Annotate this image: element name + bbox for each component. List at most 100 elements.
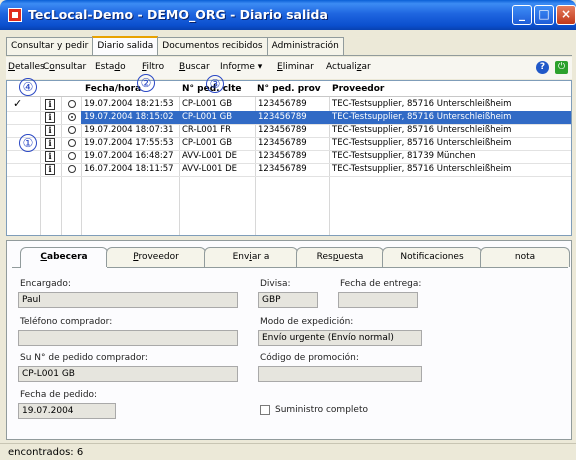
col-proveedor[interactable]: Proveedor xyxy=(332,84,384,94)
callout-3: ③ xyxy=(206,75,224,93)
toolbar-item-text: ar xyxy=(361,62,371,72)
cell-clte: CP-L001 GB xyxy=(182,99,233,109)
encargado-field[interactable]: Paul xyxy=(18,292,238,308)
pedido-field[interactable]: CP-L001 GB xyxy=(18,366,238,382)
row-radio[interactable] xyxy=(68,100,76,108)
detail-tab-3[interactable]: Respuesta xyxy=(296,247,384,267)
toolbar-item-3[interactable]: Filtro xyxy=(142,62,164,72)
detail-tab-text: roveedor xyxy=(138,252,179,262)
table-header: Fecha/hora N° ped. clte N° ped. prov Pro… xyxy=(7,81,571,97)
row-radio[interactable] xyxy=(68,113,76,121)
detail-tab-0[interactable]: Cabecera xyxy=(20,247,108,268)
toolbar-item-text: Actuali xyxy=(326,62,357,72)
row-radio[interactable] xyxy=(68,126,76,134)
tab-divider xyxy=(6,55,572,56)
main-tab-2[interactable]: Documentos recibidos xyxy=(157,37,268,56)
detail-tab-text: nota xyxy=(514,252,536,262)
main-tab-0[interactable]: Consultar y pedir xyxy=(6,37,94,56)
fecha-pedido-label: Fecha de pedido: xyxy=(20,390,98,400)
info-icon[interactable]: i xyxy=(45,125,55,136)
maximize-button[interactable]: □ xyxy=(534,5,554,25)
toolbar-item-1[interactable]: Consultar xyxy=(43,62,86,72)
cell-proveedor: TEC-Testsupplier, 85716 Unterschleißheim xyxy=(332,138,512,148)
toolbar-item-text: o xyxy=(120,62,126,72)
cell-fecha: 19.07.2004 16:48:27 xyxy=(84,151,174,161)
toolbar-item-text: Esta xyxy=(95,62,115,72)
detail-tab-text: ar a xyxy=(251,252,270,262)
promo-field[interactable] xyxy=(258,366,422,382)
toolbar-item-text: nsultar xyxy=(54,62,87,72)
toolbar: ? ⏻ Detalles Consultar Estado Filtro Buscar I… xyxy=(6,57,572,79)
table-row[interactable]: i 19.07.2004 16:48:27 AVV-L001 DE 123456789… xyxy=(7,150,571,163)
table-row[interactable]: i 19.07.2004 18:07:31 CR-L001 FR 123456789 T… xyxy=(7,124,571,137)
modo-label: Modo de expedición: xyxy=(260,317,354,327)
row-radio[interactable] xyxy=(68,165,76,173)
promo-label: Código de promoción: xyxy=(260,353,359,363)
close-button[interactable]: × xyxy=(556,5,576,25)
toolbar-item-text: etalles xyxy=(14,62,45,72)
toolbar-item-4[interactable]: Buscar xyxy=(179,62,210,72)
toolbar-item-text: iltro xyxy=(146,62,165,72)
fecha-entrega-field[interactable] xyxy=(338,292,418,308)
table-row[interactable]: i 19.07.2004 18:15:02 CP-L001 GB 123456789 T… xyxy=(7,111,571,124)
cell-fecha: 16.07.2004 18:11:57 xyxy=(84,164,174,174)
divisa-field[interactable]: GBP xyxy=(258,292,318,308)
check-icon: ✓ xyxy=(13,97,23,110)
fecha-pedido-field[interactable]: 19.07.2004 xyxy=(18,403,116,419)
cell-clte: CR-L001 FR xyxy=(182,125,232,135)
info-icon[interactable]: i xyxy=(45,99,55,110)
cell-prov: 123456789 xyxy=(258,112,307,122)
main-tabs: Consultar y pedir Diario salida Documentos… xyxy=(6,36,344,56)
detail-tab-text: Env xyxy=(232,252,250,262)
telefono-label: Teléfono comprador: xyxy=(20,317,113,327)
title-bar: TecLocal-Demo - DEMO_ORG - Diario salida… xyxy=(0,0,576,30)
cell-proveedor: TEC-Testsupplier, 85716 Unterschleißheim xyxy=(332,112,512,122)
cell-clte: CP-L001 GB xyxy=(182,138,233,148)
toolbar-item-6[interactable]: Eliminar xyxy=(277,62,314,72)
col-ped-prov[interactable]: N° ped. prov xyxy=(257,84,321,94)
info-icon[interactable]: i xyxy=(45,151,55,162)
cell-clte: AVV-L001 DE xyxy=(182,164,238,174)
cell-clte: CP-L001 GB xyxy=(182,112,233,122)
power-icon[interactable]: ⏻ xyxy=(555,61,568,74)
pedido-label: Su N° de pedido comprador: xyxy=(20,353,148,363)
table-row[interactable]: i 19.07.2004 17:55:53 CP-L001 GB 123456789 T… xyxy=(7,137,571,150)
cell-fecha: 19.07.2004 18:07:31 xyxy=(84,125,174,135)
info-icon[interactable]: i xyxy=(45,138,55,149)
toolbar-item-7[interactable]: Actualizar xyxy=(326,62,371,72)
cell-prov: 123456789 xyxy=(258,151,307,161)
modo-field[interactable]: Envío urgente (Envío normal) xyxy=(258,330,422,346)
info-icon[interactable]: i xyxy=(45,164,55,175)
main-tab-3[interactable]: Administración xyxy=(266,37,344,56)
suministro-checkbox[interactable] xyxy=(260,405,270,415)
info-icon[interactable]: i xyxy=(45,112,55,123)
telefono-field[interactable] xyxy=(18,330,238,346)
detail-tab-2[interactable]: Enviar a xyxy=(204,247,298,267)
cell-proveedor: TEC-Testsupplier, 81739 München xyxy=(332,151,476,161)
detail-tab-text: uesta xyxy=(338,252,364,262)
row-radio[interactable] xyxy=(68,152,76,160)
toolbar-item-0[interactable]: Detalles xyxy=(8,62,45,72)
detail-tab-1[interactable]: Proveedor xyxy=(106,247,206,267)
status-text: encontrados: 6 xyxy=(8,447,84,458)
cell-prov: 123456789 xyxy=(258,138,307,148)
fecha-entrega-label: Fecha de entrega: xyxy=(340,279,422,289)
row-radio[interactable] xyxy=(68,139,76,147)
minimize-button[interactable]: _ xyxy=(512,5,532,25)
cell-prov: 123456789 xyxy=(258,99,307,109)
detail-tab-text: Res xyxy=(316,252,333,262)
table-row[interactable]: i 16.07.2004 18:11:57 AVV-L001 DE 123456789… xyxy=(7,163,571,176)
detail-tab-text: Notificaciones xyxy=(400,252,464,262)
toolbar-item-5[interactable]: Informe ▾ xyxy=(220,62,262,72)
main-tab-1[interactable]: Diario salida xyxy=(92,36,159,56)
table-row[interactable]: ✓ i 19.07.2004 18:21:53 CP-L001 GB 123456789… xyxy=(7,97,571,111)
detail-tab-5[interactable]: nota xyxy=(480,247,570,267)
cell-prov: 123456789 xyxy=(258,125,307,135)
cell-proveedor: TEC-Testsupplier, 85716 Unterschleißheim xyxy=(332,99,512,109)
col-fecha[interactable]: Fecha/hora xyxy=(85,84,141,94)
toolbar-item-2[interactable]: Estado xyxy=(95,62,126,72)
toolbar-item-text: Info xyxy=(220,62,238,72)
detail-tab-text: abecera xyxy=(47,252,88,262)
help-icon[interactable]: ? xyxy=(536,61,549,74)
detail-tab-4[interactable]: Notificaciones xyxy=(382,247,482,267)
